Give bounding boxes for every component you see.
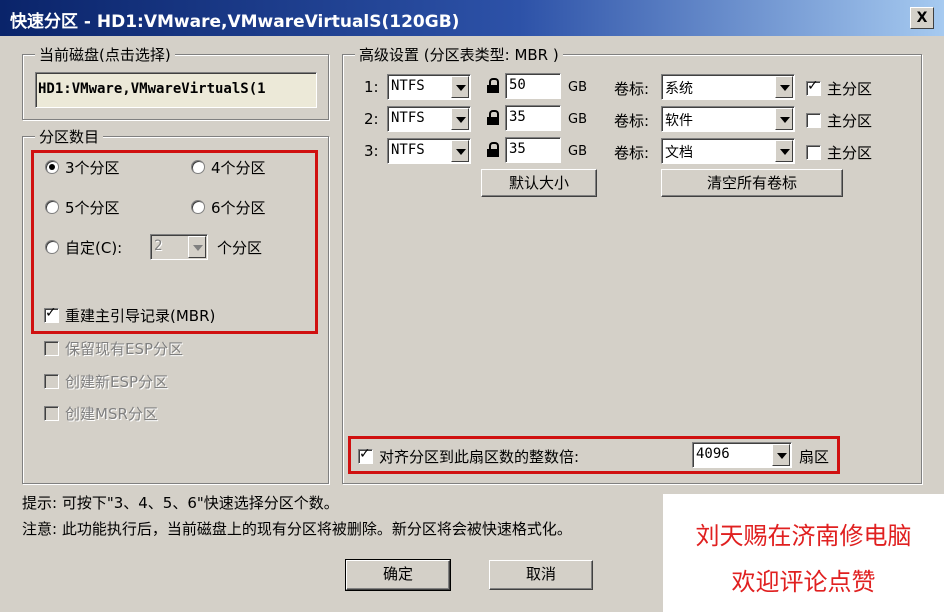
cancel-button[interactable]: 取消 — [489, 560, 593, 590]
watermark-overlay: 刘天赐在济南修电脑 欢迎评论点赞 — [663, 494, 944, 612]
row1-unit: GB — [568, 80, 587, 95]
row3-volume-value: 文档 — [665, 145, 693, 161]
row3-index: 3: — [364, 142, 379, 160]
row2-fs-value: NTFS — [391, 110, 425, 126]
lock-icon — [486, 78, 500, 94]
row2-volume-value: 软件 — [665, 113, 693, 129]
row2-primary-check-icon — [806, 113, 821, 128]
row2-index: 2: — [364, 110, 379, 128]
row3-volume-caption: 卷标: — [614, 144, 650, 162]
row1-index: 1: — [364, 78, 379, 96]
row1-size-value: 50 — [509, 77, 526, 93]
partition-count-highlight — [31, 150, 318, 334]
row3-unit: GB — [568, 144, 587, 159]
row2-size-input[interactable]: 35 — [505, 105, 561, 131]
row1-primary-checkbox[interactable]: 主分区 — [806, 78, 872, 99]
row1-volume-value: 系统 — [665, 81, 693, 97]
create-msr-checkbox[interactable]: 创建MSR分区 — [44, 403, 158, 424]
row3-primary-label: 主分区 — [827, 144, 873, 162]
default-size-button[interactable]: 默认大小 — [481, 169, 597, 197]
create-esp-label: 创建新ESP分区 — [65, 373, 169, 391]
create-esp-checkbox[interactable]: 创建新ESP分区 — [44, 371, 168, 392]
row2-primary-label: 主分区 — [827, 112, 873, 130]
watermark-line-1: 刘天赐在济南修电脑 — [695, 522, 912, 550]
current-disk-field[interactable]: HD1:VMware,VMwareVirtualS(1 — [35, 72, 317, 108]
row1-primary-label: 主分区 — [827, 80, 873, 98]
row1-volume-select[interactable]: 系统 — [661, 74, 795, 100]
create-msr-check-icon — [44, 406, 59, 421]
row3-primary-check-icon — [806, 145, 821, 160]
chevron-down-icon — [775, 76, 793, 98]
row2-unit: GB — [568, 112, 587, 127]
current-disk-group-label: 当前磁盘(点击选择) — [35, 44, 175, 65]
tip-text: 提示: 可按下"3、4、5、6"快速选择分区个数。 — [22, 494, 339, 512]
unlock-icon — [486, 110, 500, 126]
current-disk-group: 当前磁盘(点击选择) HD1:VMware,VMwareVirtualS(1 — [22, 44, 329, 120]
title-bar: 快速分区 - HD1:VMware,VMwareVirtualS(120GB) … — [0, 0, 944, 36]
clear-labels-button[interactable]: 清空所有卷标 — [661, 169, 843, 197]
row3-fs-select[interactable]: NTFS — [387, 138, 471, 164]
row3-fs-value: NTFS — [391, 142, 425, 158]
row1-primary-check-icon — [806, 78, 821, 96]
close-button[interactable]: X — [910, 7, 934, 29]
window-title: 快速分区 - HD1:VMware,VMwareVirtualS(120GB) — [10, 12, 460, 32]
advanced-settings-group-label: 高级设置 (分区表类型: MBR ) — [355, 44, 563, 65]
chevron-down-icon — [775, 108, 793, 130]
create-msr-label: 创建MSR分区 — [65, 405, 158, 423]
align-highlight — [348, 436, 840, 474]
row1-size-input[interactable]: 50 — [505, 73, 561, 99]
ok-button[interactable]: 确定 — [345, 559, 451, 591]
row3-size-input[interactable]: 35 — [505, 137, 561, 163]
chevron-down-icon — [451, 108, 469, 130]
watermark-line-2: 欢迎评论点赞 — [731, 568, 876, 596]
note-text: 注意: 此功能执行后，当前磁盘上的现有分区将被删除。新分区将会被快速格式化。 — [22, 520, 572, 538]
partition-count-group-label: 分区数目 — [35, 126, 104, 147]
row1-fs-select[interactable]: NTFS — [387, 74, 471, 100]
chevron-down-icon — [451, 140, 469, 162]
current-disk-value: HD1:VMware,VMwareVirtualS(1 — [38, 81, 266, 97]
row3-volume-select[interactable]: 文档 — [661, 138, 795, 164]
row2-volume-select[interactable]: 软件 — [661, 106, 795, 132]
keep-esp-checkbox[interactable]: 保留现有ESP分区 — [44, 338, 183, 359]
row2-fs-select[interactable]: NTFS — [387, 106, 471, 132]
row1-volume-caption: 卷标: — [614, 80, 650, 98]
chevron-down-icon — [451, 76, 469, 98]
row2-volume-caption: 卷标: — [614, 112, 650, 130]
row1-fs-value: NTFS — [391, 78, 425, 94]
chevron-down-icon — [775, 140, 793, 162]
row2-size-value: 35 — [509, 109, 526, 125]
keep-esp-check-icon — [44, 341, 59, 356]
create-esp-check-icon — [44, 374, 59, 389]
unlock-icon — [486, 142, 500, 158]
keep-esp-label: 保留现有ESP分区 — [65, 340, 184, 358]
row2-primary-checkbox[interactable]: 主分区 — [806, 110, 872, 131]
row3-size-value: 35 — [509, 141, 526, 157]
row3-primary-checkbox[interactable]: 主分区 — [806, 142, 872, 163]
